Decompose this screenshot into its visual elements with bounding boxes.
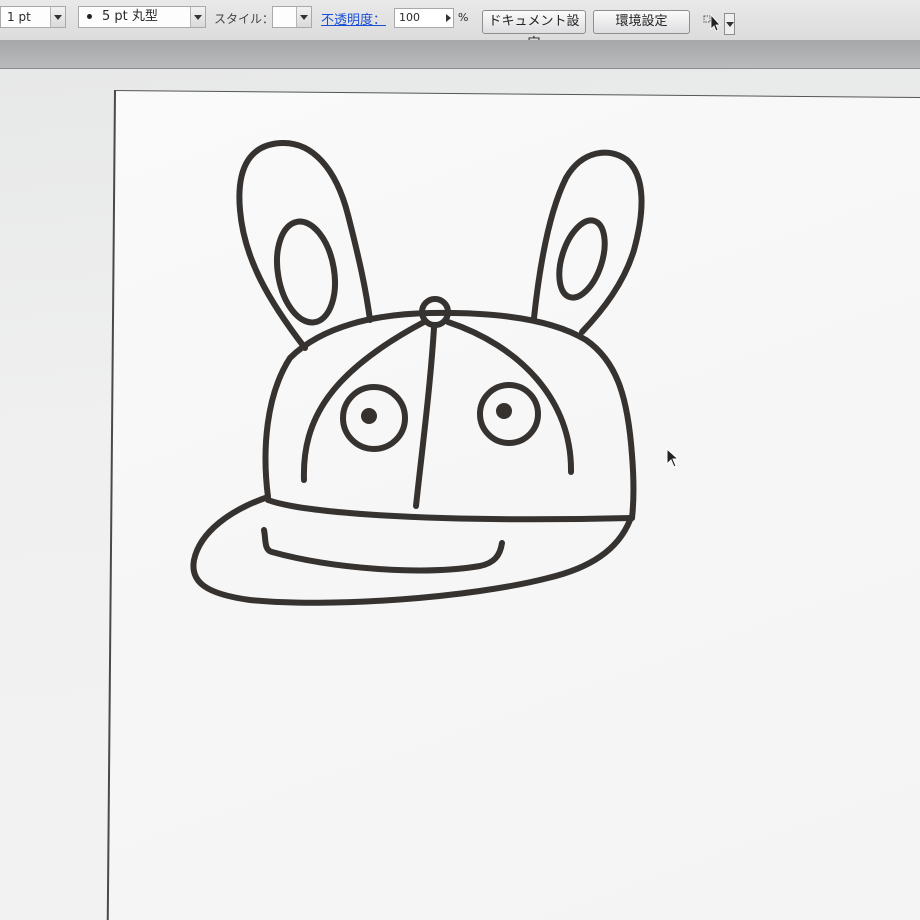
cap-band[interactable] xyxy=(265,497,635,523)
smile[interactable] xyxy=(261,527,505,574)
cap-seam-right[interactable] xyxy=(445,319,575,475)
arrow-cursor-icon xyxy=(666,448,680,468)
illustrator-window: 1 pt 5 pt 丸型 スタイル： 不透明度： 100 % ドキュメント設定 … xyxy=(0,0,920,920)
cap-seam-left[interactable] xyxy=(300,319,427,483)
right-ear-outline[interactable] xyxy=(531,149,645,335)
cap-visor[interactable] xyxy=(190,494,633,606)
left-ear-outline[interactable] xyxy=(236,139,373,351)
right-ear-inner[interactable] xyxy=(551,215,614,303)
right-pupil xyxy=(496,403,512,419)
left-pupil xyxy=(361,408,377,424)
cap-crown[interactable] xyxy=(262,309,637,521)
rabbit-with-cap-drawing[interactable] xyxy=(0,0,920,920)
cap-seam-center[interactable] xyxy=(413,325,437,509)
